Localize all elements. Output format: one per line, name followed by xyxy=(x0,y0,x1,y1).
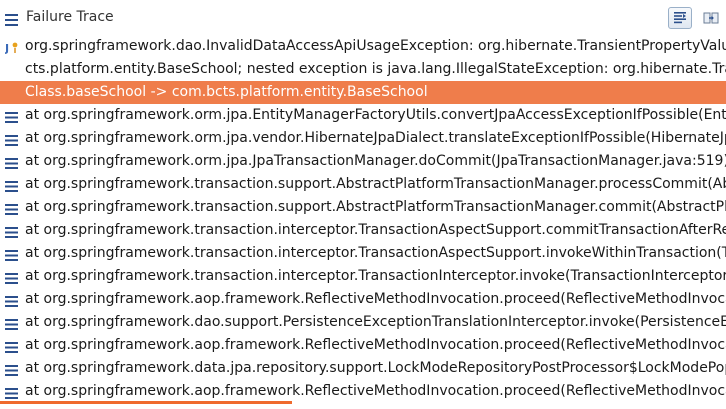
trace-line-text: at org.springframework.transaction.suppo… xyxy=(25,199,726,215)
error-underline xyxy=(0,401,292,404)
exception-icon: J xyxy=(4,40,18,55)
stack-frame-icon xyxy=(5,224,18,238)
filter-stack-button[interactable] xyxy=(668,7,692,29)
trace-line-text: at org.springframework.transaction.inter… xyxy=(25,222,726,238)
trace-line-text: at org.springframework.transaction.inter… xyxy=(25,245,726,261)
panel-header: Failure Trace xyxy=(0,0,726,34)
stack-frame-icon xyxy=(5,316,18,330)
stack-frame-icon xyxy=(5,155,18,169)
trace-row-frame[interactable]: at org.springframework.data.jpa.reposito… xyxy=(0,357,726,380)
compare-button[interactable] xyxy=(700,7,722,29)
trace-line-text: at org.springframework.dao.support.Persi… xyxy=(25,314,726,330)
trace-row-exception[interactable]: Jorg.springframework.dao.InvalidDataAcce… xyxy=(0,35,726,58)
trace-row-frame[interactable]: at org.springframework.aop.framework.Ref… xyxy=(0,380,726,403)
trace-line-text: at org.springframework.transaction.inter… xyxy=(25,268,726,284)
trace-line-text: at org.springframework.orm.jpa.vendor.Hi… xyxy=(25,130,726,146)
trace-row-frame[interactable]: at org.springframework.transaction.inter… xyxy=(0,265,726,288)
trace-row-frame[interactable]: at org.springframework.orm.jpa.JpaTransa… xyxy=(0,150,726,173)
trace-row-frame[interactable]: at org.springframework.transaction.inter… xyxy=(0,219,726,242)
trace-row-frame[interactable]: at org.springframework.dao.support.Persi… xyxy=(0,311,726,334)
trace-line-text: at org.springframework.transaction.suppo… xyxy=(25,176,726,192)
trace-line-text: cts.platform.entity.BaseSchool; nested e… xyxy=(25,61,726,77)
trace-line-text: at org.springframework.orm.jpa.EntityMan… xyxy=(25,107,726,123)
trace-row-frame[interactable]: at org.springframework.aop.framework.Ref… xyxy=(0,334,726,357)
trace-row-frame[interactable]: at org.springframework.transaction.suppo… xyxy=(0,196,726,219)
trace-list[interactable]: Jorg.springframework.dao.InvalidDataAcce… xyxy=(0,35,726,409)
trace-line-text: at org.springframework.aop.framework.Ref… xyxy=(25,291,726,307)
stack-frame-icon xyxy=(5,339,18,353)
stack-frame-icon xyxy=(5,247,18,261)
trace-row-frame[interactable]: at org.springframework.orm.jpa.vendor.Hi… xyxy=(0,127,726,150)
trace-row-frame[interactable]: at org.springframework.orm.jpa.EntityMan… xyxy=(0,104,726,127)
failure-trace-icon xyxy=(5,11,18,26)
stack-frame-icon xyxy=(5,132,18,146)
trace-line-text: org.springframework.dao.InvalidDataAcces… xyxy=(25,38,726,54)
stack-frame-icon xyxy=(5,293,18,307)
trace-row-frame[interactable]: at org.springframework.transaction.inter… xyxy=(0,242,726,265)
stack-frame-icon xyxy=(5,385,18,399)
stack-frame-icon xyxy=(5,270,18,284)
panel-title: Failure Trace xyxy=(26,9,114,25)
trace-row-continuation[interactable]: cts.platform.entity.BaseSchool; nested e… xyxy=(0,58,726,81)
stack-frame-icon xyxy=(5,109,18,123)
trace-line-text: at org.springframework.aop.framework.Ref… xyxy=(25,337,726,353)
svg-text:J: J xyxy=(5,42,9,55)
trace-line-text: Class.baseSchool -> com.bcts.platform.en… xyxy=(25,84,428,100)
trace-row-selected[interactable]: Class.baseSchool -> com.bcts.platform.en… xyxy=(0,81,726,104)
trace-row-frame[interactable]: at org.springframework.transaction.suppo… xyxy=(0,173,726,196)
trace-line-text: at org.springframework.data.jpa.reposito… xyxy=(25,360,726,376)
stack-frame-icon xyxy=(5,178,18,192)
stack-frame-icon xyxy=(5,201,18,215)
stack-frame-icon xyxy=(5,362,18,376)
trace-line-text: at org.springframework.orm.jpa.JpaTransa… xyxy=(25,153,726,169)
trace-line-text: at org.springframework.aop.framework.Ref… xyxy=(25,383,726,399)
failure-trace-panel: Failure Trace J org.springframework.dao.… xyxy=(0,0,726,409)
trace-row-frame[interactable]: at org.springframework.aop.framework.Ref… xyxy=(0,288,726,311)
